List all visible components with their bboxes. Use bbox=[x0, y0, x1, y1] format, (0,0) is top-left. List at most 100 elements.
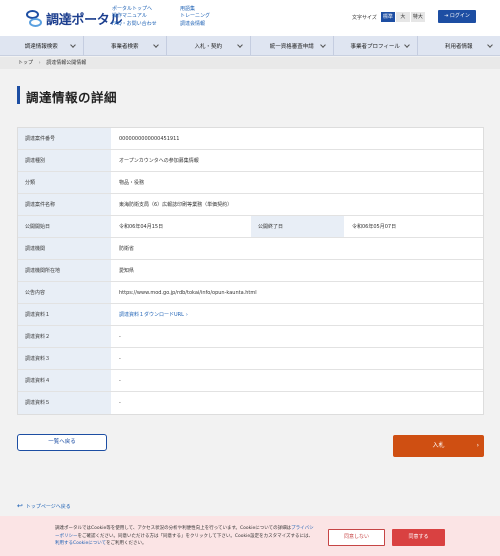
row-label: 調達機関 bbox=[18, 238, 111, 259]
logo-mark-icon bbox=[26, 9, 42, 28]
nav-item-bid-contract[interactable]: 入札・契約 bbox=[167, 36, 251, 55]
nav-item-label: 入札・契約 bbox=[194, 43, 222, 50]
row-value: - bbox=[119, 334, 121, 340]
chevron-down-icon bbox=[487, 42, 493, 48]
row-value: 物品・役務 bbox=[119, 180, 145, 186]
row-value: 令和06年05月07日 bbox=[352, 224, 397, 230]
row-label: 公告内容 bbox=[18, 282, 111, 303]
row-label: 調達資料２ bbox=[18, 326, 111, 347]
nav-item-procurement-search[interactable]: 調達情報検索 bbox=[0, 36, 84, 55]
chevron-down-icon bbox=[236, 42, 243, 48]
header-links-primary: ポータルトップへ 操作マニュアル FAQ・お問い合わせ bbox=[112, 6, 157, 28]
document-download-link[interactable]: 調達資料１ダウンロードURL bbox=[119, 312, 184, 318]
table-row: 調達機関所在地 愛知県 bbox=[18, 260, 483, 282]
nav-item-business-profile[interactable]: 事業者プロフィール bbox=[334, 36, 418, 55]
row-value: - bbox=[119, 356, 121, 362]
font-size-switcher: 文字サイズ 標準 大 特大 bbox=[352, 12, 426, 22]
font-size-xlarge-button[interactable]: 特大 bbox=[410, 12, 425, 22]
cookie-message: 調達ポータルではCookie等を使用して、アクセス状況の分析や利便性向上を行って… bbox=[55, 525, 317, 548]
table-row: 調達資料１ 調達資料１ダウンロードURL › bbox=[18, 304, 483, 326]
table-row: 分類 物品・役務 bbox=[18, 172, 483, 194]
chevron-down-icon bbox=[403, 42, 410, 48]
nav-item-label: 統一資格審査申請 bbox=[269, 43, 314, 50]
breadcrumb-home[interactable]: トップ bbox=[18, 60, 33, 66]
cookie-text-part: 調達ポータルではCookie等を使用して、アクセス状況の分析や利便性向上を行って… bbox=[55, 526, 292, 531]
nav-item-business-search[interactable]: 事業者検索 bbox=[84, 36, 167, 55]
login-button[interactable]: ⇥ ログイン bbox=[438, 10, 476, 23]
row-value: オープンカウンタへの参加募集情報 bbox=[119, 158, 199, 164]
cookie-decline-button[interactable]: 同意しない bbox=[328, 529, 385, 546]
row-label: 調達案件名称 bbox=[18, 194, 111, 215]
row-label: 公開終了日 bbox=[251, 216, 344, 237]
header-links-secondary: 用語集 トレーニング 調達会情報 bbox=[180, 6, 210, 28]
chevron-down-icon bbox=[320, 42, 326, 48]
row-value: 0000000000000451911 bbox=[119, 136, 180, 142]
header-link-faq[interactable]: FAQ・お問い合わせ bbox=[112, 21, 157, 28]
header-link-meeting[interactable]: 調達会情報 bbox=[180, 21, 210, 28]
row-value: 調達資料１ダウンロードURL › bbox=[111, 304, 483, 325]
table-row: 調達種別 オープンカウンタへの参加募集情報 bbox=[18, 150, 483, 172]
row-value: https://www.mod.go.jp/rdb/tokai/info/opu… bbox=[119, 290, 257, 296]
font-size-large-button[interactable]: 大 bbox=[395, 12, 410, 22]
row-label: 調達資料４ bbox=[18, 370, 111, 391]
row-value: 東海防衛支局（6）広報誌印刷等業務（単価契約） bbox=[119, 202, 233, 208]
row-label: 調達機関所在地 bbox=[18, 260, 111, 281]
bid-button-label: 入札 bbox=[432, 442, 445, 449]
back-to-top-link[interactable]: ↩ トップページへ戻る bbox=[17, 502, 71, 510]
row-label: 調達案件番号 bbox=[18, 128, 111, 149]
table-row: 調達案件番号 0000000000000451911 bbox=[18, 128, 483, 150]
login-icon: ⇥ bbox=[444, 13, 449, 19]
external-link-icon: › bbox=[185, 312, 188, 318]
nav-item-label: 調達情報検索 bbox=[24, 43, 58, 50]
row-value: 防衛省 bbox=[119, 246, 135, 252]
chevron-down-icon bbox=[153, 42, 159, 48]
table-row: 公告内容 https://www.mod.go.jp/rdb/tokai/inf… bbox=[18, 282, 483, 304]
row-label: 調達資料１ bbox=[18, 304, 111, 325]
nav-item-label: 利用者情報 bbox=[444, 43, 473, 50]
row-value: - bbox=[119, 378, 121, 384]
font-size-standard-button[interactable]: 標準 bbox=[380, 12, 395, 22]
row-value: 令和06年04月15日 bbox=[119, 224, 164, 230]
site-header: 調達ポータル ポータルトップへ 操作マニュアル FAQ・お問い合わせ 用語集 ト… bbox=[0, 0, 500, 36]
font-size-label: 文字サイズ bbox=[352, 14, 377, 21]
cookie-settings-link[interactable]: 利用するCookieについて bbox=[55, 541, 106, 546]
row-label: 分類 bbox=[18, 172, 111, 193]
bid-button[interactable]: 入札 › bbox=[393, 435, 484, 457]
page-title: 調達情報の詳細 bbox=[26, 90, 118, 105]
table-row: 調達資料２ - bbox=[18, 326, 483, 348]
cookie-text-part: をご確認ください。同意いただける方は「同意する」をクリックして下さい。Cooki… bbox=[77, 533, 314, 539]
nav-item-qualification[interactable]: 統一資格審査申請 bbox=[251, 36, 334, 55]
back-to-list-button[interactable]: 一覧へ戻る bbox=[17, 434, 107, 451]
breadcrumb-separator-icon: › bbox=[38, 60, 41, 66]
table-row: 公開開始日 令和06年04月15日 公開終了日 令和06年05月07日 bbox=[18, 216, 483, 238]
header-link-manual[interactable]: 操作マニュアル bbox=[112, 13, 157, 20]
nav-item-label: 事業者プロフィール bbox=[350, 43, 400, 50]
row-label: 調達資料３ bbox=[18, 348, 111, 369]
login-label: ログイン bbox=[449, 13, 470, 19]
row-label: 公開開始日 bbox=[18, 216, 111, 237]
logo-text: 調達ポータル bbox=[46, 13, 123, 28]
table-row: 調達機関 防衛省 bbox=[18, 238, 483, 260]
title-accent-bar bbox=[17, 86, 20, 104]
row-value: 愛知県 bbox=[119, 268, 135, 274]
table-row: 調達資料３ - bbox=[18, 348, 483, 370]
breadcrumb-current: 調達情報公開情報 bbox=[46, 60, 87, 66]
cookie-text-part: をご利用ください。 bbox=[106, 541, 147, 546]
table-row: 調達資料４ - bbox=[18, 370, 483, 392]
cookie-agree-button[interactable]: 同意する bbox=[392, 529, 445, 546]
return-arrow-icon: ↩ bbox=[17, 502, 23, 510]
table-row: 調達資料５ - bbox=[18, 392, 483, 414]
chevron-down-icon bbox=[69, 42, 76, 48]
global-nav: 調達情報検索 事業者検索 入札・契約 統一資格審査申請 事業者プロフィール 利用… bbox=[0, 36, 500, 56]
breadcrumb: トップ › 調達情報公開情報 bbox=[0, 57, 500, 69]
nav-item-user-info[interactable]: 利用者情報 bbox=[418, 36, 500, 55]
site-logo[interactable]: 調達ポータル bbox=[26, 9, 123, 28]
chevron-right-icon: › bbox=[476, 442, 479, 449]
nav-item-label: 事業者検索 bbox=[110, 43, 139, 50]
details-table: 調達案件番号 0000000000000451911 調達種別 オープンカウンタ… bbox=[17, 127, 484, 415]
back-to-top-label: トップページへ戻る bbox=[25, 503, 71, 510]
header-link-training[interactable]: トレーニング bbox=[180, 13, 210, 20]
row-label: 調達資料５ bbox=[18, 392, 111, 414]
table-row: 調達案件名称 東海防衛支局（6）広報誌印刷等業務（単価契約） bbox=[18, 194, 483, 216]
row-value: - bbox=[119, 400, 121, 406]
